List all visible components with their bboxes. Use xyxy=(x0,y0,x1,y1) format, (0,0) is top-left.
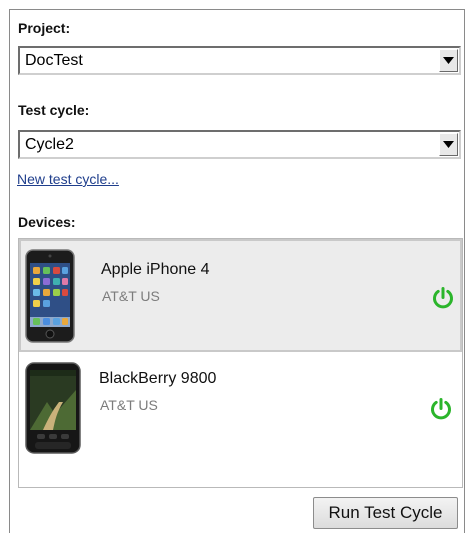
devices-list: Apple iPhone 4 AT&T US BlackBerry 9800 A… xyxy=(18,238,463,488)
chevron-down-icon[interactable] xyxy=(439,49,458,72)
project-select-value: DocTest xyxy=(25,52,83,69)
run-test-cycle-button[interactable]: Run Test Cycle xyxy=(313,497,458,529)
device-carrier: AT&T US xyxy=(100,397,158,413)
iphone-device-image xyxy=(25,249,75,348)
devices-label: Devices: xyxy=(18,214,76,230)
new-test-cycle-link[interactable]: New test cycle... xyxy=(17,171,119,187)
test-cycle-select[interactable]: Cycle2 xyxy=(18,130,461,159)
power-icon[interactable] xyxy=(431,286,455,315)
device-carrier: AT&T US xyxy=(102,288,160,304)
project-label: Project: xyxy=(18,20,71,36)
device-item-iphone[interactable]: Apple iPhone 4 AT&T US xyxy=(19,239,462,352)
chevron-down-icon[interactable] xyxy=(439,133,458,156)
power-icon[interactable] xyxy=(429,397,453,426)
blackberry-device-image xyxy=(25,362,81,459)
device-name: Apple iPhone 4 xyxy=(101,261,210,278)
project-select[interactable]: DocTest xyxy=(18,46,461,75)
test-cycle-label: Test cycle: xyxy=(18,102,90,118)
device-name: BlackBerry 9800 xyxy=(99,370,217,387)
device-item-blackberry[interactable]: BlackBerry 9800 AT&T US xyxy=(19,352,462,487)
test-cycle-select-value: Cycle2 xyxy=(25,136,74,153)
